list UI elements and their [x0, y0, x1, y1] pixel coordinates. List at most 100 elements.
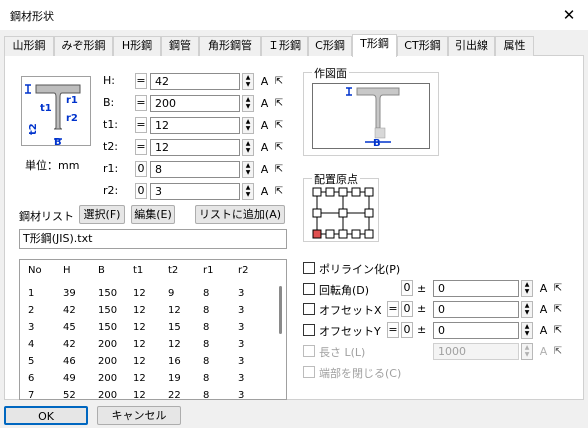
spin-buttons[interactable]: ▲ ▼: [521, 301, 533, 318]
param-prefix[interactable]: 0: [135, 183, 147, 199]
tab-leader[interactable]: 引出線: [448, 36, 495, 56]
add-to-list-button[interactable]: リストに追加(A): [195, 205, 285, 224]
param-label: H:: [103, 74, 115, 87]
table-cell: 8: [203, 390, 210, 400]
auto-button[interactable]: A: [258, 183, 271, 200]
pick-icon[interactable]: ⇱: [273, 117, 285, 134]
tab-angle[interactable]: 山形鋼: [4, 36, 54, 56]
rotate-prefix[interactable]: 0: [401, 280, 413, 296]
offset-x-prefix[interactable]: 0: [401, 301, 413, 317]
table-cell: 15: [168, 322, 181, 333]
param-t2-input[interactable]: 12: [150, 139, 240, 156]
tab-channel[interactable]: みぞ形鋼: [54, 36, 113, 56]
cancel-button[interactable]: キャンセル: [97, 406, 181, 425]
tab-pipe[interactable]: 鋼管: [161, 36, 199, 56]
table-cell: 3: [238, 373, 245, 384]
rotate-checkbox[interactable]: [303, 283, 315, 295]
auto-button[interactable]: A: [537, 301, 550, 318]
spin-buttons[interactable]: ▲ ▼: [521, 322, 533, 339]
offset-x-eq[interactable]: =: [387, 301, 399, 317]
polyline-checkbox[interactable]: [303, 262, 315, 274]
auto-button[interactable]: A: [537, 280, 550, 297]
title-bar: 鋼材形状 ✕: [0, 0, 588, 30]
offset-y-prefix[interactable]: 0: [401, 322, 413, 338]
scrollbar-thumb[interactable]: [279, 286, 282, 334]
table-cell: 42: [63, 305, 76, 316]
ok-button[interactable]: OK: [4, 406, 88, 425]
tab-square-pipe[interactable]: 角形鋼管: [199, 36, 261, 56]
auto-button[interactable]: A: [258, 95, 271, 112]
column-header[interactable]: H: [63, 265, 71, 276]
pick-icon[interactable]: ⇱: [552, 322, 564, 339]
tab-h-beam[interactable]: H形鋼: [113, 36, 161, 56]
pick-icon[interactable]: ⇱: [552, 280, 564, 297]
tab-label: CT形鋼: [404, 39, 441, 52]
offset-y-input[interactable]: 0: [433, 322, 519, 339]
steel-table[interactable]: No H B t1 t2 r1 r2 1 39 150 12 9 8 3 2 4…: [19, 259, 287, 400]
close-icon[interactable]: ✕: [558, 4, 580, 26]
auto-button[interactable]: A: [258, 73, 271, 90]
spin-buttons[interactable]: ▲ ▼: [242, 73, 254, 90]
origin-group: 配置原点: [303, 171, 379, 242]
offset-y-checkbox[interactable]: [303, 324, 315, 336]
spin-buttons[interactable]: ▲ ▼: [242, 139, 254, 156]
auto-button[interactable]: A: [537, 322, 550, 339]
param-prefix[interactable]: =: [135, 117, 147, 133]
table-cell: 46: [63, 356, 76, 367]
column-header[interactable]: B: [98, 265, 105, 276]
column-header[interactable]: t2: [168, 265, 178, 276]
column-header[interactable]: r2: [238, 265, 248, 276]
param-prefix[interactable]: =: [135, 95, 147, 111]
pick-icon[interactable]: ⇱: [273, 183, 285, 200]
tab-attributes[interactable]: 属性: [495, 36, 534, 56]
offset-x-input[interactable]: 0: [433, 301, 519, 318]
table-cell: 200: [98, 356, 118, 367]
param-prefix[interactable]: 0: [135, 161, 147, 177]
spin-buttons[interactable]: ▲ ▼: [242, 95, 254, 112]
rotate-input[interactable]: 0: [433, 280, 519, 297]
spin-buttons[interactable]: ▲ ▼: [521, 280, 533, 297]
offset-y-label: オフセットY: [319, 325, 381, 338]
unit-label: 単位：mm: [25, 159, 80, 172]
pick-icon[interactable]: ⇱: [273, 161, 285, 178]
tab-c-beam[interactable]: C形鋼: [308, 36, 352, 56]
spin-buttons[interactable]: ▲ ▼: [242, 161, 254, 178]
select-button[interactable]: 選択(F): [79, 205, 125, 224]
auto-button[interactable]: A: [258, 139, 271, 156]
offset-y-eq[interactable]: =: [387, 322, 399, 338]
edit-button[interactable]: 編集(E): [131, 205, 175, 224]
column-header[interactable]: t1: [133, 265, 143, 276]
tab-i-beam[interactable]: Ｉ形鋼: [261, 36, 308, 56]
param-b-input[interactable]: 200: [150, 95, 240, 112]
auto-button[interactable]: A: [258, 161, 271, 178]
pick-icon[interactable]: ⇱: [552, 301, 564, 318]
table-header: No H B t1 t2 r1 r2: [20, 260, 286, 282]
table-cell: 39: [63, 288, 76, 299]
auto-button[interactable]: A: [258, 117, 271, 134]
column-header[interactable]: No: [28, 265, 42, 276]
pick-icon[interactable]: ⇱: [273, 139, 285, 156]
table-scrollbar[interactable]: [275, 282, 286, 399]
t-shape-icon: r1 t1 r2 t2 B: [25, 84, 81, 148]
spin-buttons[interactable]: ▲ ▼: [242, 183, 254, 200]
t-beam-panel: r1 t1 r2 t2 B 単位：mm H: = 42 ▲ ▼ A ⇱ B: = …: [4, 56, 584, 400]
tab-t-beam[interactable]: T形鋼: [352, 34, 397, 57]
pick-icon[interactable]: ⇱: [273, 73, 285, 90]
param-prefix[interactable]: =: [135, 73, 147, 89]
pick-icon[interactable]: ⇱: [273, 95, 285, 112]
param-r2-input[interactable]: 3: [150, 183, 240, 200]
column-header[interactable]: r1: [203, 265, 213, 276]
param-r1-input[interactable]: 8: [150, 161, 240, 178]
param-prefix[interactable]: =: [135, 139, 147, 155]
param-t1-input[interactable]: 12: [150, 117, 240, 134]
spin-buttons[interactable]: ▲ ▼: [242, 117, 254, 134]
plus-minus: ±: [417, 282, 427, 295]
tab-ct-beam[interactable]: CT形鋼: [397, 36, 448, 56]
table-cell: 150: [98, 322, 118, 333]
origin-grid[interactable]: [312, 187, 374, 239]
steel-list-file[interactable]: T形鋼(JIS).txt: [19, 229, 287, 249]
drawing-view-group: 作図面 B: [303, 65, 439, 156]
offset-x-checkbox[interactable]: [303, 303, 315, 315]
table-cell: 3: [238, 288, 245, 299]
param-h-input[interactable]: 42: [150, 73, 240, 90]
